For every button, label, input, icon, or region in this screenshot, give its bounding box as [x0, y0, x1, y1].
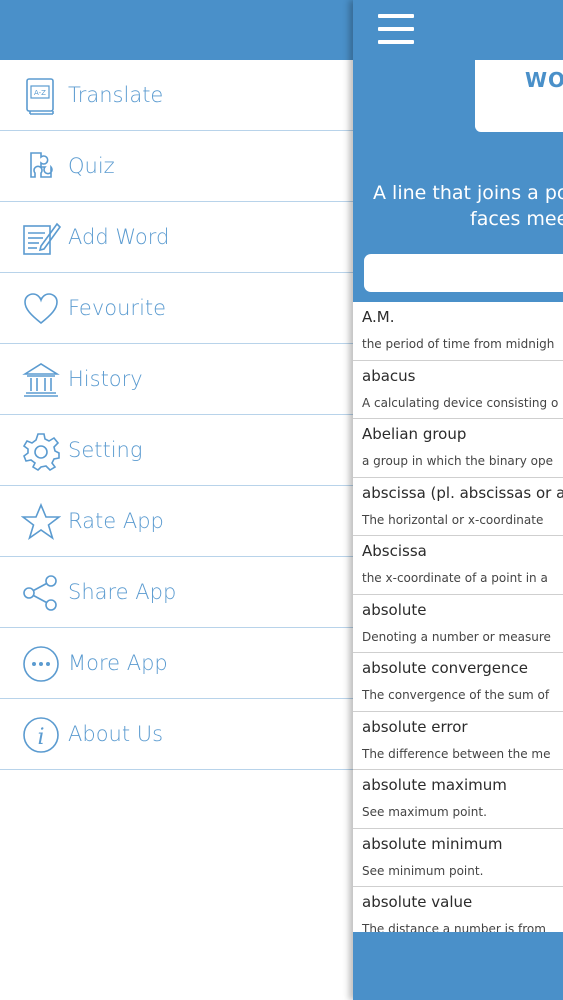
top-bar	[353, 0, 563, 60]
word-definition: See maximum point.	[362, 805, 487, 819]
menu-item-label: History	[68, 367, 143, 391]
menu-item-label: Setting	[68, 438, 143, 462]
list-item[interactable]: absolute value The distance a number is f…	[353, 887, 563, 932]
menu-item-label: About Us	[68, 722, 164, 746]
list-item[interactable]: abacus A calculating device consisting o	[353, 361, 563, 419]
word-card-title: WO	[525, 68, 563, 92]
drawer-menu: A-Z Translate Quiz Add Word Fevourite Hi…	[0, 60, 353, 770]
menu-item-favourite[interactable]: Fevourite	[0, 273, 353, 344]
word-term: absolute maximum	[362, 776, 507, 794]
drawer-header	[0, 0, 353, 60]
navigation-drawer: A-Z Translate Quiz Add Word Fevourite Hi…	[0, 0, 353, 1000]
menu-item-about-us[interactable]: i About Us	[0, 699, 353, 770]
word-definition: See minimum point.	[362, 863, 484, 878]
hamburger-menu-icon[interactable]	[378, 14, 414, 44]
search-input[interactable]	[364, 254, 563, 292]
list-item[interactable]: absolute Denoting a number or measure	[353, 595, 563, 653]
word-term: absolute convergence	[362, 659, 528, 677]
dictionary-icon: A-Z	[21, 76, 61, 116]
word-definition: The convergence of the sum of	[362, 688, 550, 702]
word-term: absolute minimum	[362, 834, 503, 853]
heart-icon	[21, 289, 61, 329]
puzzle-icon	[21, 147, 61, 187]
more-dots-icon	[21, 644, 61, 684]
edit-note-icon	[21, 218, 61, 258]
bottom-bar	[353, 932, 563, 1000]
gear-icon	[21, 431, 61, 471]
word-definition: The difference between the me	[362, 746, 551, 761]
menu-item-label: Share App	[68, 580, 177, 604]
word-term: abacus	[362, 366, 416, 385]
word-term: abscissa (pl. abscissas or ab-	[362, 483, 563, 502]
list-item[interactable]: absolute error The difference between the…	[353, 712, 563, 770]
menu-item-label: More App	[68, 651, 168, 675]
list-item[interactable]: absolute minimum See minimum point.	[353, 829, 563, 887]
menu-item-label: Translate	[68, 83, 164, 107]
menu-item-label: Fevourite	[68, 296, 167, 320]
word-term: absolute	[362, 600, 427, 619]
list-item[interactable]: A.M. the period of time from midnigh	[353, 302, 563, 361]
word-term: A.M.	[362, 308, 395, 326]
definition-text: A line that joins a po	[373, 182, 563, 204]
bank-icon	[21, 360, 61, 400]
word-definition: Denoting a number or measure	[362, 629, 551, 644]
list-item[interactable]: absolute convergence The convergence of t…	[353, 653, 563, 712]
word-definition: a group in which the binary ope	[362, 454, 553, 468]
menu-item-share-app[interactable]: Share App	[0, 557, 353, 628]
info-icon: i	[21, 715, 61, 755]
menu-item-rate-app[interactable]: Rate App	[0, 486, 353, 557]
word-definition: the x-coordinate of a point in a	[362, 571, 548, 585]
menu-item-label: Quiz	[68, 154, 115, 178]
word-card[interactable]: WO	[475, 60, 563, 132]
menu-item-quiz[interactable]: Quiz	[0, 131, 353, 202]
word-definition: The horizontal or x-coordinate	[362, 512, 544, 527]
list-item[interactable]: absolute maximum See maximum point.	[353, 770, 563, 829]
word-definition: A calculating device consisting o	[362, 395, 559, 410]
svg-text:A-Z: A-Z	[34, 89, 46, 97]
svg-text:i: i	[37, 725, 44, 750]
word-definition: The distance a number is from	[362, 922, 546, 932]
menu-item-setting[interactable]: Setting	[0, 415, 353, 486]
menu-item-history[interactable]: History	[0, 344, 353, 415]
list-item[interactable]: abscissa (pl. abscissas or ab- The horizo…	[353, 478, 563, 536]
menu-item-more-app[interactable]: More App	[0, 628, 353, 699]
share-icon	[21, 573, 61, 613]
menu-item-translate[interactable]: A-Z Translate	[0, 60, 353, 131]
word-term: absolute error	[362, 717, 468, 736]
word-term: Abscissa	[362, 542, 427, 560]
menu-item-label: Rate App	[68, 509, 164, 533]
word-term: absolute value	[362, 893, 473, 911]
list-item[interactable]: Abelian group a group in which the binary…	[353, 419, 563, 478]
main-panel: WO A line that joins a po faces mee A.M.…	[353, 0, 563, 1000]
star-icon	[21, 502, 61, 542]
word-term: Abelian group	[362, 425, 467, 443]
menu-item-label: Add Word	[68, 225, 170, 249]
word-list: A.M. the period of time from midnigh abac…	[353, 302, 563, 932]
word-definition: the period of time from midnigh	[362, 337, 555, 351]
list-item[interactable]: Abscissa the x-coordinate of a point in a	[353, 536, 563, 595]
menu-item-add-word[interactable]: Add Word	[0, 202, 353, 273]
definition-text: faces mee	[470, 208, 563, 230]
